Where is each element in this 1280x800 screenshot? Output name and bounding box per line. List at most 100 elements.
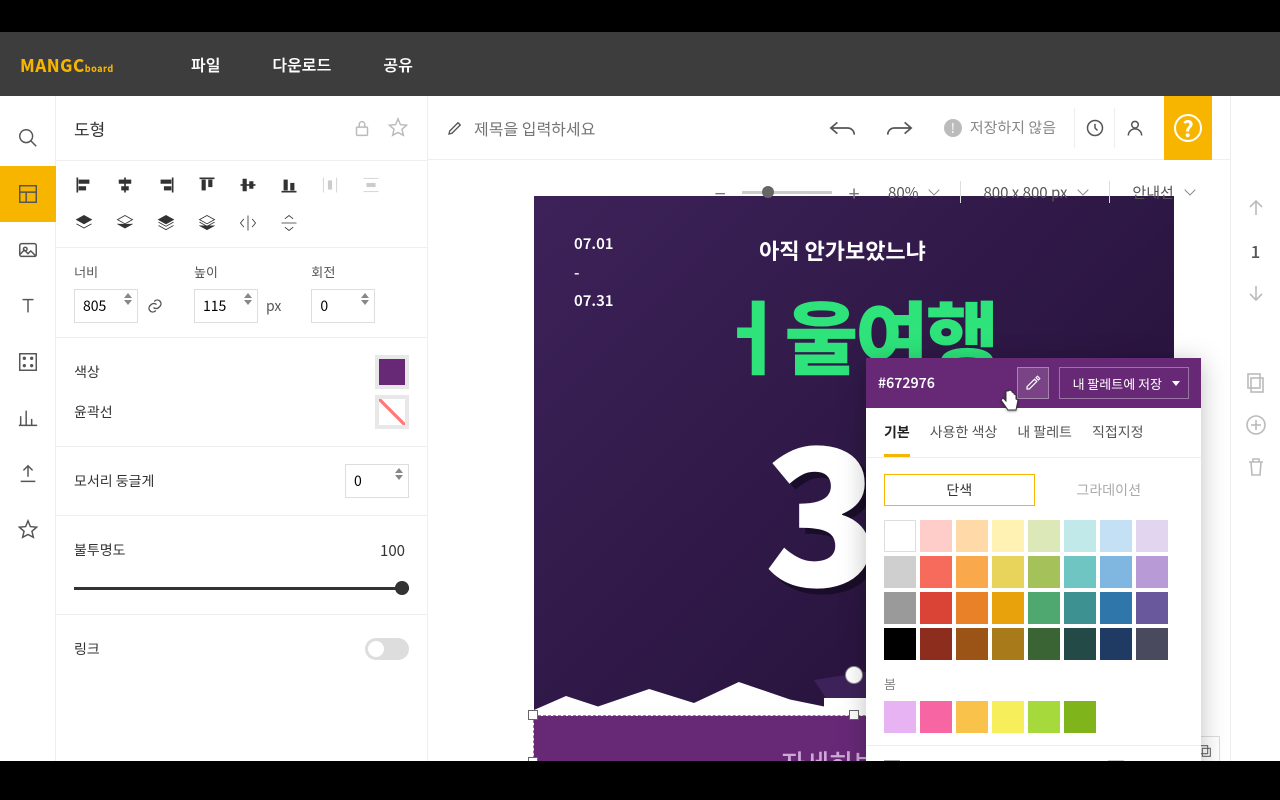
zoom-in-button[interactable]: +	[842, 180, 866, 204]
color-swatch[interactable]	[992, 628, 1024, 660]
subtab-gradient[interactable]: 그라데이션	[1035, 474, 1184, 506]
rotate-handle[interactable]	[845, 666, 863, 684]
color-swatch[interactable]	[1064, 520, 1096, 552]
delete-page-icon[interactable]	[1244, 455, 1268, 479]
flip-v-icon[interactable]	[279, 213, 299, 233]
document-title-input[interactable]	[474, 116, 694, 140]
color-swatch[interactable]	[884, 592, 916, 624]
color-swatch[interactable]	[956, 628, 988, 660]
color-swatch[interactable]	[992, 592, 1024, 624]
help-button[interactable]: ?	[1164, 96, 1212, 160]
color-swatch[interactable]	[956, 520, 988, 552]
copy-page-icon[interactable]	[1244, 371, 1268, 395]
color-swatch[interactable]	[884, 701, 916, 733]
layer-front-icon[interactable]	[115, 213, 135, 233]
rail-elements[interactable]	[0, 334, 56, 390]
width-input[interactable]: 805	[74, 289, 138, 323]
align-top-icon[interactable]	[197, 175, 217, 195]
change-all-checkbox[interactable]	[884, 760, 900, 762]
rail-text[interactable]	[0, 278, 56, 334]
color-swatch[interactable]	[1028, 520, 1060, 552]
profile-icon[interactable]	[1114, 108, 1154, 148]
color-swatch[interactable]	[1064, 592, 1096, 624]
color-swatch[interactable]	[1064, 628, 1096, 660]
rail-favorites[interactable]	[0, 502, 56, 558]
color-swatch[interactable]	[956, 556, 988, 588]
guides-dropdown[interactable]: 안내선	[1124, 182, 1201, 203]
color-swatch[interactable]	[920, 628, 952, 660]
page-up-icon[interactable]	[1244, 196, 1268, 220]
color-swatch[interactable]	[1064, 701, 1096, 733]
color-swatch[interactable]	[920, 520, 952, 552]
rail-charts[interactable]	[0, 390, 56, 446]
color-swatch[interactable]	[884, 556, 916, 588]
align-center-h-icon[interactable]	[115, 175, 135, 195]
color-swatch[interactable]	[1136, 520, 1168, 552]
no-color-swatch[interactable]	[1108, 760, 1124, 762]
link-toggle[interactable]	[365, 638, 409, 660]
flip-h-icon[interactable]	[238, 213, 258, 233]
color-swatch[interactable]	[884, 520, 916, 552]
align-left-icon[interactable]	[74, 175, 94, 195]
fill-swatch[interactable]	[375, 355, 409, 389]
color-swatch[interactable]	[884, 628, 916, 660]
tab-basic[interactable]: 기본	[884, 422, 910, 457]
color-swatch[interactable]	[1100, 628, 1132, 660]
layer-forward-icon[interactable]	[197, 213, 217, 233]
add-page-icon[interactable]	[1244, 413, 1268, 437]
layer-backward-icon[interactable]	[156, 213, 176, 233]
align-bottom-icon[interactable]	[279, 175, 299, 195]
redo-icon[interactable]	[884, 118, 914, 138]
color-swatch[interactable]	[920, 592, 952, 624]
color-swatch[interactable]	[1100, 520, 1132, 552]
menu-share[interactable]: 공유	[357, 52, 438, 76]
rail-upload[interactable]	[0, 446, 56, 502]
menu-download[interactable]: 다운로드	[246, 52, 357, 76]
color-swatch[interactable]	[1064, 556, 1096, 588]
tab-direct[interactable]: 직접지정	[1092, 422, 1144, 457]
color-swatch[interactable]	[1028, 556, 1060, 588]
height-input[interactable]: 115	[194, 289, 258, 323]
color-swatch[interactable]	[992, 556, 1024, 588]
radius-input[interactable]: 0	[345, 464, 409, 498]
save-palette-dropdown[interactable]: 내 팔레트에 저장	[1059, 367, 1189, 399]
zoom-slider[interactable]	[742, 191, 832, 194]
color-swatch[interactable]	[1028, 701, 1060, 733]
color-swatch[interactable]	[1028, 628, 1060, 660]
handle-tm[interactable]	[849, 710, 859, 720]
stroke-swatch[interactable]	[375, 395, 409, 429]
color-swatch[interactable]	[956, 592, 988, 624]
undo-icon[interactable]	[828, 118, 858, 138]
opacity-slider[interactable]	[74, 576, 409, 600]
zoom-dropdown[interactable]: 80%	[880, 182, 946, 203]
color-swatch[interactable]	[992, 701, 1024, 733]
color-swatch[interactable]	[1136, 592, 1168, 624]
handle-tl[interactable]	[528, 710, 538, 720]
handle-ml[interactable]	[528, 757, 538, 761]
edit-title-icon[interactable]	[446, 119, 464, 137]
color-swatch[interactable]	[1028, 592, 1060, 624]
tab-used[interactable]: 사용한 색상	[930, 422, 998, 457]
page-down-icon[interactable]	[1244, 281, 1268, 305]
lock-icon[interactable]	[351, 117, 373, 139]
color-swatch[interactable]	[1136, 628, 1168, 660]
rotate-input[interactable]: 0	[311, 289, 375, 323]
history-icon[interactable]	[1074, 108, 1114, 148]
logo[interactable]: MANGCboard	[0, 52, 165, 77]
align-middle-icon[interactable]	[238, 175, 258, 195]
tab-mine[interactable]: 내 팔레트	[1017, 422, 1072, 457]
color-swatch[interactable]	[920, 556, 952, 588]
layer-back-icon[interactable]	[74, 213, 94, 233]
canvas-size-dropdown[interactable]: 800 x 800 px	[975, 182, 1095, 203]
subtab-solid[interactable]: 단색	[884, 474, 1035, 506]
color-swatch[interactable]	[920, 701, 952, 733]
color-swatch[interactable]	[1100, 556, 1132, 588]
color-swatch[interactable]	[956, 701, 988, 733]
link-wh-icon[interactable]	[146, 297, 164, 315]
eyedropper-button[interactable]	[1017, 367, 1049, 399]
rail-templates[interactable]	[0, 166, 56, 222]
rail-photos[interactable]	[0, 222, 56, 278]
color-swatch[interactable]	[1100, 592, 1132, 624]
color-swatch[interactable]	[1136, 556, 1168, 588]
menu-file[interactable]: 파일	[165, 52, 246, 76]
